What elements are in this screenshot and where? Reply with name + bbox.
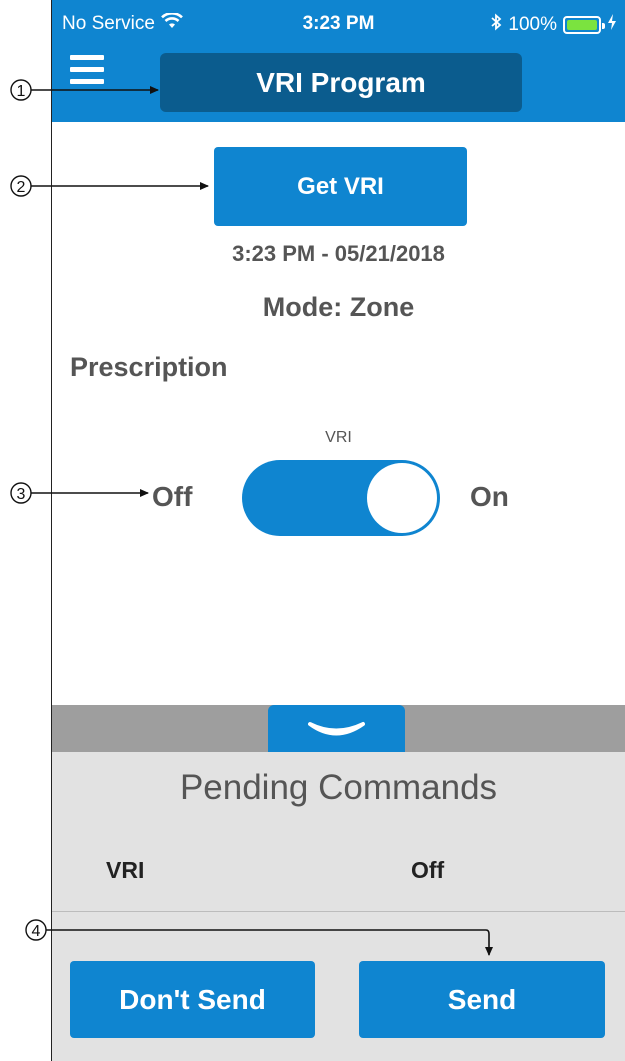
dont-send-button[interactable]: Don't Send: [70, 961, 315, 1038]
vri-toggle-switch[interactable]: [242, 460, 440, 536]
section-title-prescription: Prescription: [70, 352, 228, 382]
command-value: Off: [411, 857, 445, 883]
last-update-timestamp: 3:23 PM - 05/21/2018: [232, 241, 445, 266]
drawer-toggle-button[interactable]: [268, 705, 405, 753]
hamburger-menu-icon[interactable]: [70, 55, 104, 85]
command-name: VRI: [106, 857, 145, 883]
callout-2-number: 2: [17, 179, 26, 196]
battery-icon: [563, 16, 605, 34]
get-vri-button[interactable]: Get VRI: [214, 147, 467, 226]
divider: [52, 911, 625, 912]
status-bar: No Service 3:23 PM 100%: [52, 0, 625, 44]
chevron-down-icon: [308, 722, 365, 736]
charging-icon: [607, 13, 617, 37]
toggle-caption: VRI: [325, 429, 352, 446]
toggle-on-label: On: [470, 481, 509, 512]
send-button[interactable]: Send: [359, 961, 605, 1038]
callout-3-number: 3: [17, 486, 26, 503]
app-header: No Service 3:23 PM 100% VRI Program: [52, 0, 625, 122]
phone-screen: No Service 3:23 PM 100% VRI Program Get …: [52, 0, 625, 1061]
mode-text: Mode: Zone: [262, 292, 415, 322]
status-right: 100%: [490, 13, 617, 37]
page-title: VRI Program: [160, 53, 522, 112]
callout-1-number: 1: [17, 83, 26, 100]
toggle-off-label: Off: [152, 481, 193, 512]
pending-commands-title: Pending Commands: [179, 768, 498, 807]
bluetooth-icon: [490, 13, 502, 37]
callout-4-number: 4: [32, 923, 41, 940]
battery-percent: 100%: [508, 14, 557, 35]
toggle-knob[interactable]: [367, 463, 437, 533]
